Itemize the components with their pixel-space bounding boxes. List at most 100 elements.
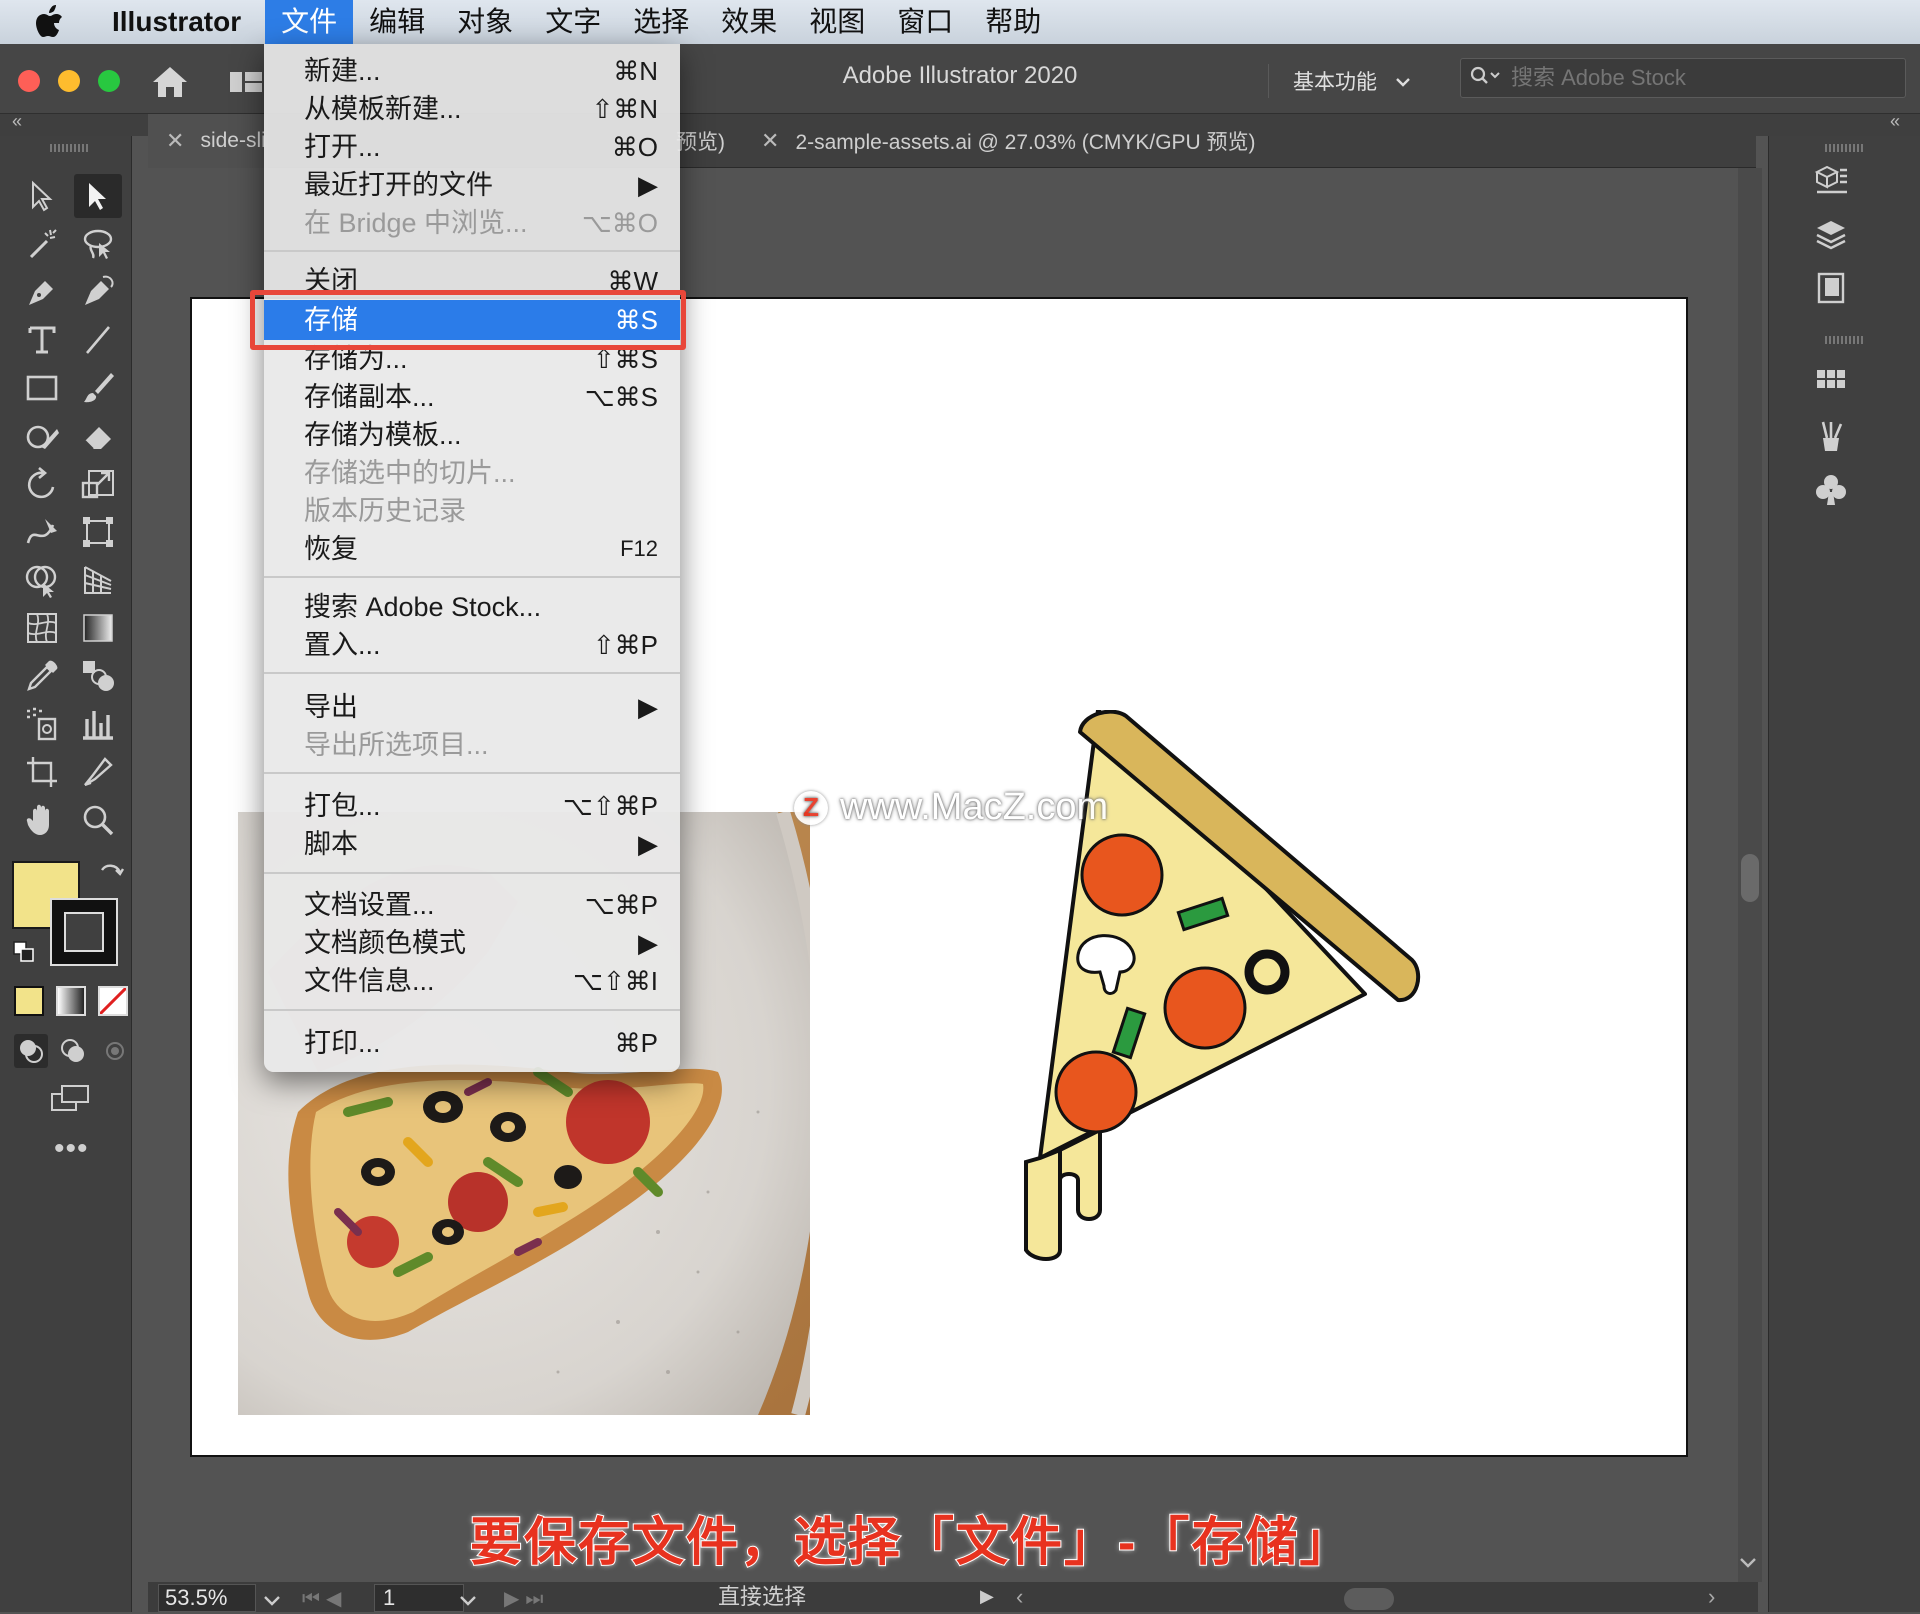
symbol-sprayer-icon[interactable] [18, 702, 66, 746]
menu-window[interactable]: 窗口 [881, 0, 969, 44]
default-colors-icon[interactable] [12, 940, 36, 964]
stroke-color-swatch[interactable] [50, 898, 118, 966]
tab-side-slider[interactable]: ✕ side-sli [148, 114, 268, 168]
gradient-icon[interactable] [74, 606, 122, 650]
scroll-left-icon[interactable]: ‹ [1016, 1584, 1023, 1610]
paintbrush-icon[interactable] [74, 366, 122, 410]
menu-item-save-as-template[interactable]: 存储为模板... [264, 416, 680, 454]
draw-normal-icon[interactable] [14, 1034, 48, 1068]
artboard-icon[interactable] [18, 750, 66, 794]
collapse-left-icon[interactable]: « [12, 111, 22, 132]
hand-icon[interactable] [18, 798, 66, 842]
panel-grip[interactable] [50, 144, 90, 152]
libraries-panel-icon[interactable] [1809, 266, 1853, 310]
menu-item-document-color-mode[interactable]: 文档颜色模式 ▶ [264, 924, 680, 962]
rotate-icon[interactable] [18, 462, 66, 506]
symbols-panel-icon[interactable] [1809, 468, 1853, 512]
next-last-artboard-icon[interactable]: ▶⏭ [504, 1586, 549, 1611]
properties-panel-icon[interactable] [1809, 158, 1853, 202]
draw-behind-icon[interactable] [56, 1034, 90, 1068]
chevron-down-icon[interactable] [458, 1588, 478, 1614]
gradient-mode-button[interactable] [56, 986, 86, 1016]
swap-colors-icon[interactable] [96, 860, 126, 890]
shape-builder-icon[interactable] [18, 558, 66, 602]
brushes-panel-icon[interactable] [1809, 414, 1853, 458]
menu-object[interactable]: 对象 [441, 0, 529, 44]
eyedropper-icon[interactable] [18, 654, 66, 698]
menu-item-document-setup[interactable]: 文档设置... ⌥⌘P [264, 886, 680, 924]
menu-item-search-adobe-stock[interactable]: 搜索 Adobe Stock... [264, 588, 680, 626]
close-icon[interactable]: ✕ [761, 128, 779, 154]
menu-help[interactable]: 帮助 [969, 0, 1057, 44]
layers-panel-icon[interactable] [1809, 212, 1853, 256]
rectangle-icon[interactable] [18, 366, 66, 410]
menu-item-new[interactable]: 新建... ⌘N [264, 52, 680, 90]
tab-hidden-document[interactable]: 预览) [668, 114, 748, 168]
scale-icon[interactable] [74, 462, 122, 506]
workspace-switcher[interactable]: 基本功能 [1268, 64, 1411, 98]
apple-icon[interactable] [28, 4, 72, 40]
menu-view[interactable]: 视图 [793, 0, 881, 44]
menu-item-place[interactable]: 置入... ⇧⌘P [264, 626, 680, 664]
menu-effect[interactable]: 效果 [705, 0, 793, 44]
stock-search-input[interactable] [1509, 64, 1893, 92]
shaper-icon[interactable] [18, 414, 66, 458]
status-menu-arrow-icon[interactable]: ▶ [980, 1586, 994, 1607]
warp-icon[interactable] [18, 510, 66, 554]
more-tools-icon[interactable]: ••• [54, 1132, 89, 1166]
lasso-icon[interactable] [74, 222, 122, 266]
artboard-number-field[interactable]: 1 [374, 1584, 464, 1612]
zoom-level-field[interactable]: 53.5% [158, 1584, 256, 1612]
menu-item-open-recent[interactable]: 最近打开的文件 ▶ [264, 166, 680, 204]
curvature-icon[interactable] [74, 270, 122, 314]
current-tool-status: 直接选择 [718, 1584, 807, 1609]
menu-item-open[interactable]: 打开... ⌘O [264, 128, 680, 166]
mesh-icon[interactable] [18, 606, 66, 650]
scroll-down-icon[interactable] [1738, 1556, 1758, 1575]
none-mode-button[interactable] [98, 986, 128, 1016]
menu-item-file-info[interactable]: 文件信息... ⌥⇧⌘I [264, 962, 680, 1000]
column-graph-icon[interactable] [74, 702, 122, 746]
perspective-grid-icon[interactable] [74, 558, 122, 602]
chevron-down-icon[interactable] [262, 1588, 282, 1614]
menu-item-revert[interactable]: 恢复 F12 [264, 530, 680, 568]
zoom-icon[interactable] [74, 798, 122, 842]
scrollbar-thumb[interactable] [1741, 854, 1759, 902]
pen-icon[interactable] [18, 270, 66, 314]
color-mode-button[interactable] [14, 986, 44, 1016]
menu-item-export[interactable]: 导出 ▶ [264, 688, 680, 726]
menu-item-new-from-template[interactable]: 从模板新建... ⇧⌘N [264, 90, 680, 128]
vertical-scrollbar[interactable] [1738, 168, 1762, 1582]
panel-grip[interactable] [1825, 336, 1865, 344]
menu-app-name[interactable]: Illustrator [96, 0, 257, 44]
magic-wand-icon[interactable] [18, 222, 66, 266]
eraser-icon[interactable] [74, 414, 122, 458]
screen-mode-icon[interactable] [48, 1082, 92, 1118]
line-icon[interactable] [74, 318, 122, 362]
menu-item-print[interactable]: 打印... ⌘P [264, 1024, 680, 1062]
menu-select[interactable]: 选择 [617, 0, 705, 44]
menu-file[interactable]: 文件 [265, 0, 354, 44]
direct-selection-tool-icon[interactable] [74, 174, 122, 218]
selection-tool-icon[interactable] [18, 174, 66, 218]
menu-item-package[interactable]: 打包... ⌥⇧⌘P [264, 787, 680, 825]
slice-icon[interactable] [74, 750, 122, 794]
blend-icon[interactable] [74, 654, 122, 698]
menu-item-save-a-copy[interactable]: 存储副本... ⌥⌘S [264, 378, 680, 416]
stock-search-box[interactable] [1460, 58, 1906, 98]
free-transform-icon[interactable] [74, 510, 122, 554]
menu-item-scripts[interactable]: 脚本 ▶ [264, 825, 680, 863]
first-prev-artboard-icon[interactable]: ⏮◀ [302, 1586, 347, 1611]
draw-inside-icon[interactable] [98, 1034, 132, 1068]
tab-sample-assets[interactable]: ✕ 2-sample-assets.ai @ 27.03% (CMYK/GPU … [743, 114, 1403, 168]
scroll-right-icon[interactable]: › [1708, 1584, 1715, 1610]
menu-edit[interactable]: 编辑 [353, 0, 441, 44]
panel-grip[interactable] [1825, 144, 1865, 152]
menu-item-browse-in-bridge: 在 Bridge 中浏览... ⌥⌘O [304, 208, 658, 238]
swatches-panel-icon[interactable] [1809, 358, 1853, 402]
close-icon[interactable]: ✕ [166, 128, 184, 154]
menu-type[interactable]: 文字 [529, 0, 617, 44]
collapse-right-icon[interactable]: « [1890, 111, 1900, 132]
type-icon[interactable] [18, 318, 66, 362]
horizontal-scrollbar-thumb[interactable] [1344, 1588, 1394, 1610]
